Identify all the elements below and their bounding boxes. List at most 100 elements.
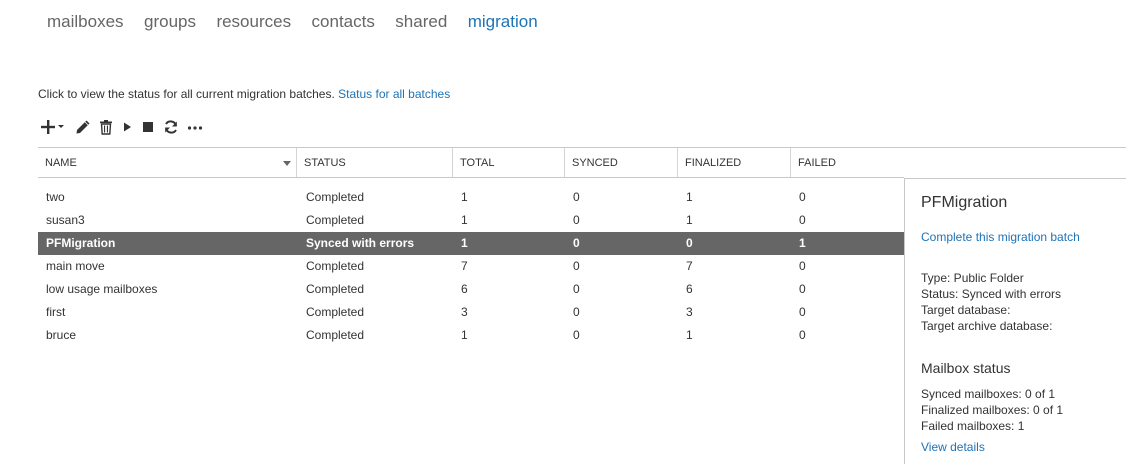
complete-migration-batch-link[interactable]: Complete this migration batch: [921, 230, 1080, 244]
cell-name: first: [46, 305, 66, 319]
table-row[interactable]: low usage mailboxes Completed 6 0 6 0: [38, 278, 904, 301]
column-header-name[interactable]: NAME: [38, 148, 297, 177]
column-header-synced[interactable]: SYNCED: [565, 148, 678, 177]
cell-total: 1: [461, 213, 468, 227]
nav-tab-mailboxes[interactable]: mailboxes: [47, 12, 124, 32]
nav-tab-contacts[interactable]: contacts: [312, 12, 375, 32]
cell-synced: 0: [573, 190, 580, 204]
start-button[interactable]: [121, 118, 133, 136]
cell-failed: 0: [799, 328, 806, 342]
cell-synced: 0: [573, 213, 580, 227]
nav-tab-groups[interactable]: groups: [144, 12, 196, 32]
view-details-link[interactable]: View details: [921, 440, 985, 454]
info-text: Click to view the status for all current…: [38, 87, 335, 101]
table-row[interactable]: main move Completed 7 0 7 0: [38, 255, 904, 278]
column-header-total[interactable]: TOTAL: [453, 148, 565, 177]
cell-finalized: 1: [686, 213, 693, 227]
refresh-button[interactable]: [163, 118, 179, 136]
edit-button[interactable]: [75, 118, 91, 136]
table-body: two Completed 1 0 1 0 susan3 Completed 1…: [38, 178, 904, 347]
delete-button[interactable]: [99, 118, 113, 136]
cell-total: 1: [461, 328, 468, 342]
column-header-name-label: NAME: [45, 157, 77, 169]
details-panel: PFMigration Complete this migration batc…: [904, 178, 1126, 464]
cell-failed: 0: [799, 190, 806, 204]
cell-failed: 1: [799, 236, 806, 250]
more-button[interactable]: [187, 118, 203, 136]
finalized-mailboxes-count: Finalized mailboxes: 0 of 1: [921, 403, 1064, 417]
cell-total: 1: [461, 236, 468, 250]
cell-failed: 0: [799, 213, 806, 227]
cell-name: low usage mailboxes: [46, 282, 158, 296]
sort-down-icon[interactable]: [282, 160, 292, 168]
cell-name: two: [46, 190, 65, 204]
cell-finalized: 1: [686, 190, 693, 204]
cell-total: 3: [461, 305, 468, 319]
column-header-status[interactable]: STATUS: [297, 148, 453, 177]
cell-status: Completed: [306, 282, 365, 296]
cell-status: Completed: [306, 190, 365, 204]
cell-finalized: 6: [686, 282, 693, 296]
cell-status: Completed: [306, 328, 365, 342]
new-button[interactable]: [40, 118, 65, 136]
status-for-all-batches-link[interactable]: Status for all batches: [338, 87, 450, 101]
cell-name: main move: [46, 259, 105, 273]
details-type: Type: Public Folder: [921, 271, 1024, 285]
nav-tab-migration[interactable]: migration: [468, 12, 538, 32]
dropdown-caret-icon: [58, 125, 64, 128]
cell-synced: 0: [573, 282, 580, 296]
cell-synced: 0: [573, 259, 580, 273]
cell-finalized: 1: [686, 328, 693, 342]
cell-name: susan3: [46, 213, 85, 227]
details-status: Status: Synced with errors: [921, 287, 1062, 301]
cell-total: 1: [461, 190, 468, 204]
delete-icon: [100, 120, 112, 135]
add-icon: [41, 120, 55, 134]
info-line: Click to view the status for all current…: [38, 87, 450, 101]
cell-name: PFMigration: [46, 236, 116, 250]
toolbar: [40, 117, 211, 137]
failed-mailboxes-count: Failed mailboxes: 1: [921, 419, 1025, 433]
nav-tab-shared[interactable]: shared: [395, 12, 447, 32]
cell-status: Completed: [306, 259, 365, 273]
refresh-icon: [165, 120, 177, 134]
cell-finalized: 0: [686, 236, 693, 250]
cell-status: Completed: [306, 305, 365, 319]
stop-icon: [143, 122, 153, 132]
cell-synced: 0: [573, 305, 580, 319]
cell-failed: 0: [799, 282, 806, 296]
column-header-failed[interactable]: FAILED: [791, 148, 904, 177]
nav-tab-resources[interactable]: resources: [216, 12, 291, 32]
mailbox-status-heading: Mailbox status: [921, 360, 1011, 376]
start-icon: [124, 122, 131, 132]
table-header: NAME STATUS TOTAL SYNCED FINALIZED FAILE…: [38, 147, 904, 178]
table-row-selected[interactable]: PFMigration Synced with errors 1 0 0 1: [38, 232, 904, 255]
cell-synced: 0: [573, 236, 580, 250]
synced-mailboxes-count: Synced mailboxes: 0 of 1: [921, 387, 1056, 401]
migration-page: mailboxes groups resources contacts shar…: [0, 0, 1126, 464]
details-target-archive-database: Target archive database:: [921, 319, 1053, 333]
table-row[interactable]: bruce Completed 1 0 1 0: [38, 324, 904, 347]
table-row[interactable]: susan3 Completed 1 0 1 0: [38, 209, 904, 232]
edit-icon: [76, 120, 90, 134]
details-target-database: Target database:: [921, 303, 1011, 317]
cell-finalized: 3: [686, 305, 693, 319]
cell-total: 6: [461, 282, 468, 296]
stop-button[interactable]: [141, 118, 155, 136]
details-panel-header: [904, 147, 1126, 179]
table-row[interactable]: first Completed 3 0 3 0: [38, 301, 904, 324]
cell-total: 7: [461, 259, 468, 273]
details-title: PFMigration: [921, 194, 1008, 211]
column-header-finalized[interactable]: FINALIZED: [678, 148, 791, 177]
cell-status: Synced with errors: [306, 236, 415, 250]
cell-failed: 0: [799, 259, 806, 273]
more-icon: [187, 126, 203, 130]
cell-synced: 0: [573, 328, 580, 342]
cell-name: bruce: [46, 328, 77, 342]
top-navigation: mailboxes groups resources contacts shar…: [47, 12, 554, 38]
migration-batches-table: NAME STATUS TOTAL SYNCED FINALIZED FAILE…: [38, 147, 904, 347]
cell-status: Completed: [306, 213, 365, 227]
cell-failed: 0: [799, 305, 806, 319]
table-row[interactable]: two Completed 1 0 1 0: [38, 186, 904, 209]
cell-finalized: 7: [686, 259, 693, 273]
